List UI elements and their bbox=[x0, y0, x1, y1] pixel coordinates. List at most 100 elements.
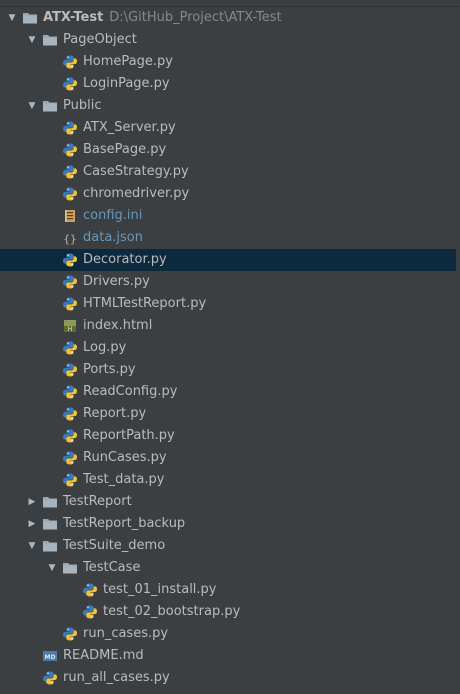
folder-icon bbox=[42, 538, 58, 554]
tree-file-run-all-cases[interactable]: run_all_cases.py bbox=[0, 667, 460, 689]
python-file-icon bbox=[62, 76, 78, 92]
tree-item-label: RunCases.py bbox=[83, 447, 167, 469]
tree-file-test-02-bootstrap[interactable]: test_02_bootstrap.py bbox=[0, 601, 460, 623]
tree-item-text: ATX-Test bbox=[43, 10, 104, 25]
python-file-icon bbox=[62, 296, 78, 312]
tree-file-index-html[interactable]: Hindex.html bbox=[0, 315, 460, 337]
tree-root-atx-test[interactable]: ▼ ATX-Test D:\GitHub_Project\ATX-Test bbox=[0, 7, 460, 29]
tree-file-run-cases[interactable]: run_cases.py bbox=[0, 623, 460, 645]
tree-folder-public[interactable]: ▼ Public bbox=[0, 95, 460, 117]
tree-item-label: HomePage.py bbox=[83, 51, 173, 73]
tree-item-label: chromedriver.py bbox=[83, 183, 189, 205]
python-file-icon bbox=[62, 384, 78, 400]
folder-icon bbox=[42, 494, 58, 510]
tree-file-runcases[interactable]: RunCases.py bbox=[0, 447, 460, 469]
tree-file-ports[interactable]: Ports.py bbox=[0, 359, 460, 381]
tree-item-text: Public bbox=[63, 98, 102, 113]
svg-text:H: H bbox=[68, 326, 73, 333]
tree-item-text: test_01_install.py bbox=[103, 582, 217, 597]
tree-folder-pageobject[interactable]: ▼ PageObject bbox=[0, 29, 460, 51]
tree-item-text: Decorator.py bbox=[83, 252, 167, 267]
tree-item-text: ReadConfig.py bbox=[83, 384, 178, 399]
tree-item-label: Ports.py bbox=[83, 359, 136, 381]
tree-file-config-ini[interactable]: config.ini bbox=[0, 205, 460, 227]
tree-file-reportpath[interactable]: ReportPath.py bbox=[0, 425, 460, 447]
tree-file-data-json[interactable]: {} data.json bbox=[0, 227, 460, 249]
project-tree: ▼ ATX-Test D:\GitHub_Project\ATX-Test ▼ Page… bbox=[0, 7, 460, 689]
tree-item-label: run_cases.py bbox=[83, 623, 168, 645]
tree-item-text: run_all_cases.py bbox=[63, 670, 170, 685]
tree-file-homepage[interactable]: HomePage.py bbox=[0, 51, 460, 73]
tree-item-label: ReportPath.py bbox=[83, 425, 175, 447]
collapse-arrow-right-icon[interactable]: ▶ bbox=[26, 513, 38, 535]
tree-item-label: TestReport_backup bbox=[63, 513, 185, 535]
tree-item-label: test_01_install.py bbox=[103, 579, 217, 601]
tree-scrollbar[interactable] bbox=[456, 7, 460, 691]
tree-item-label: Drivers.py bbox=[83, 271, 150, 293]
tree-file-htmltestreport[interactable]: HTMLTestReport.py bbox=[0, 293, 460, 315]
expand-arrow-down-icon[interactable]: ▼ bbox=[6, 7, 18, 29]
tree-item-label: CaseStrategy.py bbox=[83, 161, 189, 183]
tree-file-drivers[interactable]: Drivers.py bbox=[0, 271, 460, 293]
python-file-icon bbox=[82, 582, 98, 598]
expand-arrow-down-icon[interactable]: ▼ bbox=[26, 95, 38, 117]
project-path: D:\GitHub_Project\ATX-Test bbox=[109, 10, 282, 25]
tree-file-atx-server[interactable]: ATX_Server.py bbox=[0, 117, 460, 139]
tree-item-text: RunCases.py bbox=[83, 450, 167, 465]
python-file-icon bbox=[62, 252, 78, 268]
tree-folder-testsuite-demo[interactable]: ▼ TestSuite_demo bbox=[0, 535, 460, 557]
tree-item-label: TestSuite_demo bbox=[63, 535, 165, 557]
tree-item-text: CaseStrategy.py bbox=[83, 164, 189, 179]
tree-file-readconfig[interactable]: ReadConfig.py bbox=[0, 381, 460, 403]
tree-item-label: ATX-Test D:\GitHub_Project\ATX-Test bbox=[43, 7, 282, 29]
tree-file-loginpage[interactable]: LoginPage.py bbox=[0, 73, 460, 95]
tree-item-label: Log.py bbox=[83, 337, 126, 359]
config-file-icon bbox=[62, 208, 78, 224]
tree-folder-testreport-backup[interactable]: ▶ TestReport_backup bbox=[0, 513, 460, 535]
tree-file-report[interactable]: Report.py bbox=[0, 403, 460, 425]
tree-item-text: Drivers.py bbox=[83, 274, 150, 289]
tree-file-chromedriver[interactable]: chromedriver.py bbox=[0, 183, 460, 205]
panel-header-strip bbox=[0, 0, 460, 7]
folder-icon bbox=[62, 560, 78, 576]
tree-item-text: Report.py bbox=[83, 406, 147, 421]
folder-icon bbox=[42, 98, 58, 114]
tree-item-text: HomePage.py bbox=[83, 54, 173, 69]
python-file-icon bbox=[62, 54, 78, 70]
python-file-icon bbox=[62, 626, 78, 642]
tree-item-label: Test_data.py bbox=[83, 469, 164, 491]
folder-icon bbox=[42, 32, 58, 48]
tree-folder-testreport[interactable]: ▶ TestReport bbox=[0, 491, 460, 513]
python-file-icon bbox=[62, 428, 78, 444]
tree-item-label: TestCase bbox=[83, 557, 140, 579]
tree-item-text: TestCase bbox=[83, 560, 141, 575]
tree-item-text: index.html bbox=[83, 318, 153, 333]
expand-arrow-down-icon[interactable]: ▼ bbox=[26, 535, 38, 557]
python-file-icon bbox=[62, 362, 78, 378]
tree-file-basepage[interactable]: BasePage.py bbox=[0, 139, 460, 161]
tree-folder-testcase[interactable]: ▼ TestCase bbox=[0, 557, 460, 579]
tree-item-text: config.ini bbox=[83, 208, 143, 223]
tree-file-test-data[interactable]: Test_data.py bbox=[0, 469, 460, 491]
svg-text:{}: {} bbox=[63, 233, 76, 246]
python-file-icon bbox=[62, 142, 78, 158]
tree-file-test-01-install[interactable]: test_01_install.py bbox=[0, 579, 460, 601]
tree-item-label: run_all_cases.py bbox=[63, 667, 170, 689]
tree-item-text: PageObject bbox=[63, 32, 137, 47]
tree-file-log[interactable]: Log.py bbox=[0, 337, 460, 359]
tree-item-label: README.md bbox=[63, 645, 144, 667]
tree-item-text: TestReport bbox=[63, 494, 132, 509]
python-file-icon bbox=[62, 164, 78, 180]
tree-file-casestrategy[interactable]: CaseStrategy.py bbox=[0, 161, 460, 183]
python-file-icon bbox=[62, 450, 78, 466]
expand-arrow-down-icon[interactable]: ▼ bbox=[46, 557, 58, 579]
tree-item-label: BasePage.py bbox=[83, 139, 166, 161]
tree-file-decorator[interactable]: Decorator.py bbox=[0, 249, 460, 271]
expand-arrow-down-icon[interactable]: ▼ bbox=[26, 29, 38, 51]
tree-item-text: HTMLTestReport.py bbox=[83, 296, 207, 311]
collapse-arrow-right-icon[interactable]: ▶ bbox=[26, 491, 38, 513]
tree-item-label: test_02_bootstrap.py bbox=[103, 601, 240, 623]
tree-item-label: Report.py bbox=[83, 403, 146, 425]
tree-item-text: chromedriver.py bbox=[83, 186, 190, 201]
tree-file-readme[interactable]: MD README.md bbox=[0, 645, 460, 667]
